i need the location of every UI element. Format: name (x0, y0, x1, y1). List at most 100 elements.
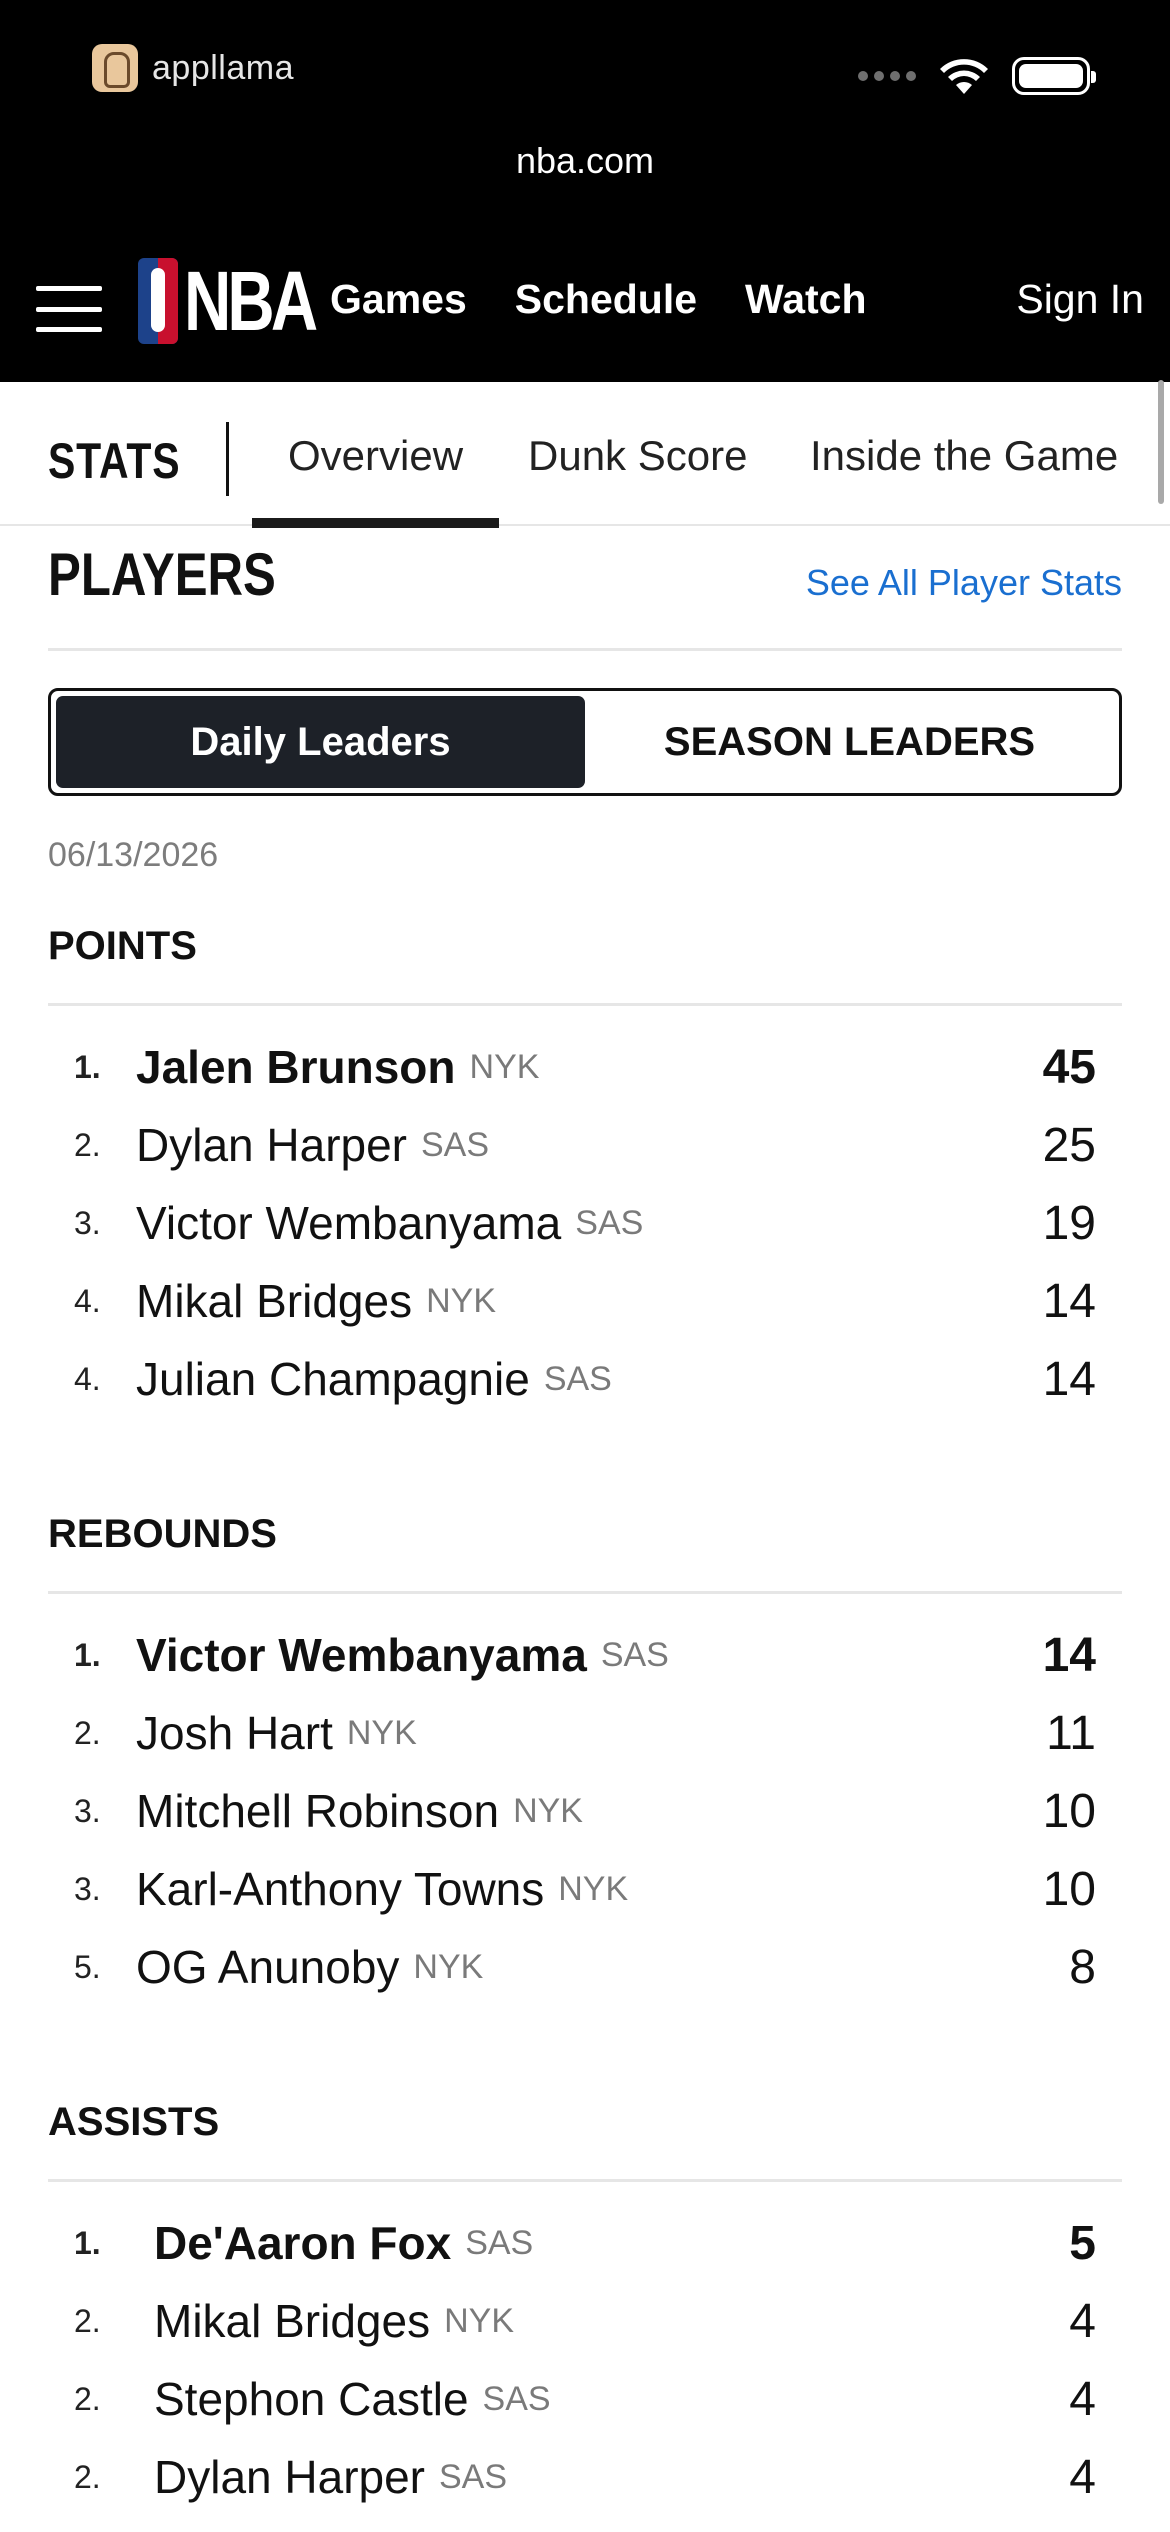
player-name[interactable]: Karl-Anthony Towns (136, 1862, 544, 1916)
nba-logo[interactable]: NBA (138, 258, 351, 344)
table-row[interactable]: 1. De'Aaron Fox SAS 5 (48, 2204, 1096, 2282)
player-name[interactable]: Victor Wembanyama (136, 1196, 561, 1250)
rank: 2. (74, 1714, 101, 1751)
stats-date: 06/13/2026 (48, 836, 219, 874)
llama-logo-icon (92, 44, 138, 92)
tab-dunk-score[interactable]: Dunk Score (528, 432, 747, 480)
table-row[interactable]: 3. Mitchell Robinson NYK 10 (48, 1772, 1096, 1850)
team-abbr: SAS (439, 2457, 508, 2496)
team-abbr: SAS (465, 2223, 534, 2262)
table-row[interactable]: 3. Karl-Anthony Towns NYK 10 (48, 1850, 1096, 1928)
rank: 2. (74, 2458, 101, 2495)
team-abbr: SAS (575, 1203, 644, 1242)
tab-overview[interactable]: Overview (251, 432, 500, 528)
team-abbr: SAS (482, 2379, 551, 2418)
table-row[interactable]: 2. Mikal Bridges NYK 4 (48, 2282, 1096, 2360)
scrollbar[interactable] (1158, 380, 1164, 504)
table-row[interactable]: 2. Dylan Harper SAS 25 (48, 1106, 1096, 1184)
stat-value: 25 (1042, 1118, 1096, 1172)
divider (48, 1591, 1122, 1594)
stat-value: 14 (1042, 1628, 1096, 1682)
player-name[interactable]: OG Anunoby (136, 1940, 399, 1994)
daily-leaders-button[interactable]: Daily Leaders (56, 696, 585, 788)
team-abbr: NYK (413, 1947, 484, 1986)
table-row[interactable]: 4. Julian Champagnie SAS 14 (48, 1340, 1096, 1418)
divider (48, 648, 1122, 651)
rank: 2. (74, 2380, 101, 2417)
stat-value: 19 (1042, 1196, 1096, 1250)
player-name[interactable]: Julian Champagnie (136, 1352, 530, 1406)
rank: 5. (74, 1948, 101, 1985)
divider (48, 1003, 1122, 1006)
rank: 1. (74, 1636, 101, 1673)
stat-value: 5 (1069, 2216, 1096, 2270)
battery-icon (1012, 57, 1096, 95)
player-name[interactable]: Mitchell Robinson (136, 1784, 499, 1838)
signal-icon (858, 71, 916, 81)
player-name[interactable]: Stephon Castle (154, 2372, 469, 2426)
table-row[interactable]: 3. Victor Wembanyama SAS 19 (48, 1184, 1096, 1262)
nav-links: Games Schedule Watch (330, 276, 867, 323)
menu-icon[interactable] (36, 286, 102, 332)
player-name[interactable]: Dylan Harper (136, 1118, 407, 1172)
player-name[interactable]: Victor Wembanyama (136, 1628, 587, 1682)
see-all-player-stats-link[interactable]: See All Player Stats (806, 562, 1122, 604)
stat-value: 45 (1042, 1040, 1096, 1094)
url-label[interactable]: nba.com (0, 140, 1170, 182)
player-name[interactable]: Dylan Harper (154, 2450, 425, 2504)
nav-link-watch[interactable]: Watch (745, 276, 866, 323)
rank: 3. (74, 1204, 101, 1241)
team-abbr: NYK (558, 1869, 629, 1908)
system-icons (858, 56, 1096, 96)
player-name[interactable]: Mikal Bridges (154, 2294, 430, 2348)
team-abbr: NYK (346, 1713, 417, 1752)
team-abbr: NYK (444, 2301, 515, 2340)
team-abbr: NYK (426, 1281, 497, 1320)
wifi-icon (940, 59, 988, 94)
table-row[interactable]: 4. Mikal Bridges NYK 14 (48, 1262, 1096, 1340)
table-row[interactable]: 1. Victor Wembanyama SAS 14 (48, 1616, 1096, 1694)
stat-value: 11 (1046, 1706, 1096, 1760)
nba-wordmark: NBA (184, 254, 318, 348)
divider (48, 2179, 1122, 2182)
stats-subnav: STATS Overview Dunk Score Inside the Gam… (0, 382, 1170, 528)
player-name[interactable]: Mikal Bridges (136, 1274, 412, 1328)
rank: 3. (74, 1792, 101, 1829)
app-brand: appllama (92, 44, 294, 92)
nba-logoman-icon (138, 258, 178, 344)
team-abbr: NYK (469, 1047, 540, 1086)
team-abbr: SAS (600, 1635, 669, 1674)
main-nav: NBA Games Schedule Watch Sign In (0, 236, 1170, 382)
nav-link-schedule[interactable]: Schedule (515, 276, 697, 323)
table-row[interactable]: 1. Jalen Brunson NYK 45 (48, 1028, 1096, 1106)
rank: 1. (74, 1048, 101, 1085)
rank: 4. (74, 1282, 101, 1319)
team-abbr: NYK (513, 1791, 583, 1830)
subnav-divider (226, 422, 229, 496)
table-row[interactable]: 5. OG Anunoby NYK 8 (48, 1928, 1096, 2006)
table-row[interactable]: 2. Dylan Harper SAS 4 (48, 2438, 1096, 2516)
stat-value: 4 (1069, 2450, 1096, 2504)
tab-inside-the-game[interactable]: Inside the Game (810, 432, 1118, 480)
stat-value: 10 (1042, 1862, 1096, 1916)
stats-label: STATS (48, 433, 181, 489)
rank: 2. (74, 2302, 101, 2339)
table-row[interactable]: 2. Josh Hart NYK 11 (48, 1694, 1096, 1772)
player-name[interactable]: De'Aaron Fox (154, 2216, 451, 2270)
player-name[interactable]: Jalen Brunson (136, 1040, 456, 1094)
leaders-toggle: Daily Leaders SEASON LEADERS (48, 688, 1122, 796)
app-name: appllama (152, 48, 294, 87)
sign-in-link[interactable]: Sign In (1016, 276, 1144, 323)
category-title-rebounds: REBOUNDS (48, 1512, 277, 1556)
players-title: PLAYERS (48, 541, 276, 608)
season-leaders-button[interactable]: SEASON LEADERS (585, 696, 1114, 788)
stat-value: 14 (1042, 1274, 1096, 1328)
table-row[interactable]: 2. Stephon Castle SAS 4 (48, 2360, 1096, 2438)
status-bar: appllama nba.com (0, 0, 1170, 236)
player-name[interactable]: Josh Hart (136, 1706, 333, 1760)
stat-value: 4 (1069, 2372, 1096, 2426)
rank: 4. (74, 1360, 101, 1397)
nav-link-games[interactable]: Games (330, 276, 467, 323)
rank: 1. (74, 2224, 101, 2261)
rank: 2. (74, 1126, 101, 1163)
